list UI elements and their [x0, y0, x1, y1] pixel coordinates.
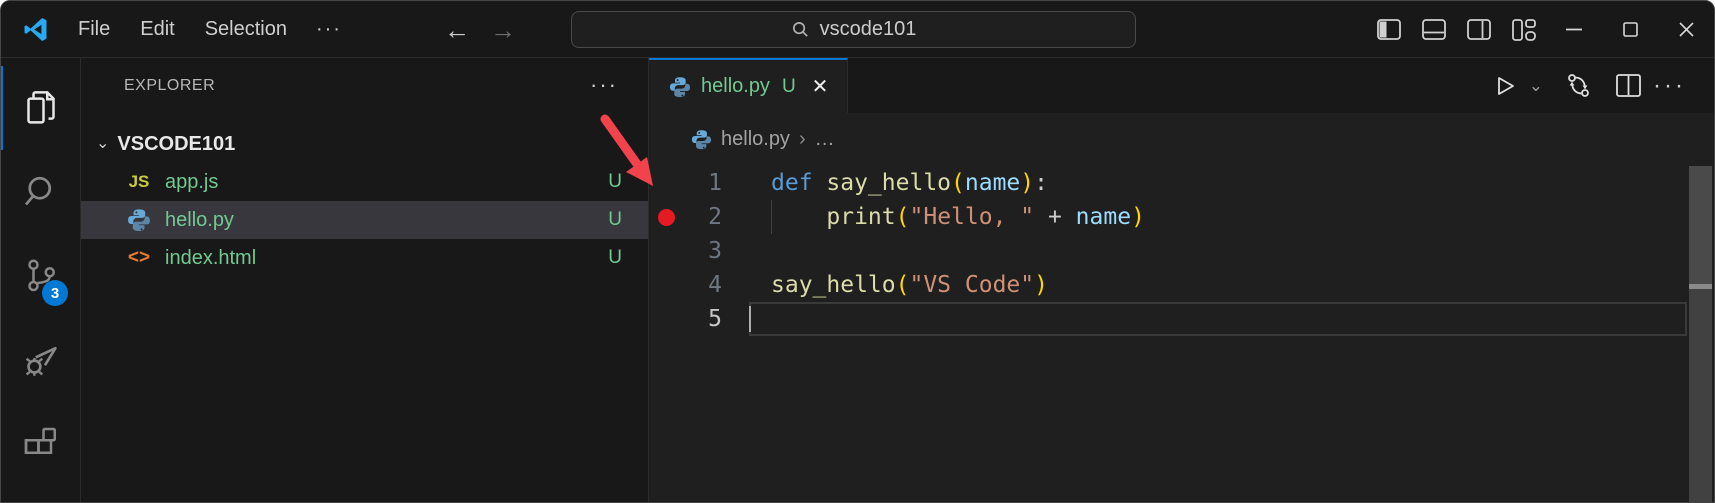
scrollbar-thumb[interactable]	[1689, 166, 1712, 284]
customize-layout-icon[interactable]	[1501, 1, 1546, 58]
search-icon	[791, 20, 810, 39]
scm-badge: 3	[42, 280, 68, 306]
code-line-1[interactable]: 1 def say_hello(name):	[649, 166, 1714, 200]
titlebar: File Edit Selection ··· ← → vscode101	[1, 1, 1714, 58]
git-status-badge: U	[608, 209, 622, 231]
menu-edit[interactable]: Edit	[127, 13, 187, 46]
window-controls	[1366, 1, 1714, 58]
tab-label: hello.py	[701, 75, 770, 98]
run-icon[interactable]	[1493, 74, 1517, 98]
current-line-highlight	[749, 302, 1687, 336]
file-name: hello.py	[165, 209, 595, 232]
close-icon[interactable]	[1658, 1, 1714, 58]
folder-vscode101[interactable]: ⌄ VSCODE101	[81, 125, 648, 163]
breadcrumb: hello.py › …	[649, 113, 1714, 166]
folder-label: VSCODE101	[117, 133, 235, 156]
breadcrumb-more[interactable]: …	[815, 128, 835, 151]
scrollbar-divider	[1689, 284, 1712, 289]
file-name: app.js	[165, 171, 595, 194]
file-row-hellopy[interactable]: hello.py U	[81, 201, 648, 239]
python-file-icon	[669, 76, 691, 98]
compare-changes-icon[interactable]	[1565, 72, 1592, 99]
split-editor-icon[interactable]	[1616, 74, 1641, 97]
explorer-more-actions-icon[interactable]: ···	[590, 81, 618, 90]
python-file-icon	[691, 129, 712, 150]
maximize-icon[interactable]	[1602, 1, 1658, 58]
breadcrumb-file[interactable]: hello.py	[721, 128, 790, 151]
indent-guide	[771, 200, 772, 234]
code-line-5[interactable]: 5	[649, 302, 1714, 336]
search-icon	[21, 172, 61, 212]
toggle-sidebar-icon[interactable]	[1366, 1, 1411, 58]
explorer-sidebar: EXPLORER ··· ⌄ VSCODE101 JS app.js U	[81, 58, 649, 503]
menu-file[interactable]: File	[65, 13, 123, 46]
explorer-title: EXPLORER	[124, 77, 590, 95]
toggle-panel-icon[interactable]	[1411, 1, 1456, 58]
code-line-4[interactable]: 4 say_hello("VS Code")	[649, 268, 1714, 302]
editor-scrollbar[interactable]	[1689, 166, 1712, 503]
activity-explorer[interactable]	[1, 66, 80, 150]
file-name: index.html	[165, 247, 595, 270]
menu-selection[interactable]: Selection	[192, 13, 300, 46]
python-file-icon	[126, 207, 152, 233]
more-actions-icon[interactable]: ···	[1653, 81, 1686, 91]
menu-more-icon[interactable]: ···	[304, 13, 354, 46]
command-center[interactable]: vscode101	[571, 11, 1136, 48]
vscode-logo-icon	[22, 16, 49, 43]
back-icon[interactable]: ←	[444, 17, 470, 43]
file-row-appjs[interactable]: JS app.js U	[81, 163, 648, 201]
tab-bar: hello.py U ✕ ⌄	[649, 58, 1714, 113]
code-line-3[interactable]: 3	[649, 234, 1714, 268]
tab-dirty-badge: U	[782, 76, 796, 98]
code-line-2[interactable]: 2 print("Hello, " + name)	[649, 200, 1714, 234]
tab-hellopy[interactable]: hello.py U ✕	[649, 58, 848, 113]
editor-group: hello.py U ✕ ⌄	[649, 58, 1714, 503]
editor-toolbar: ⌄ ···	[1493, 58, 1714, 113]
line-number[interactable]: 3	[649, 238, 771, 264]
toggle-secondary-sidebar-icon[interactable]	[1456, 1, 1501, 58]
activity-search[interactable]	[1, 150, 80, 234]
html-file-icon: <>	[126, 245, 152, 271]
activity-bar: 3	[1, 58, 81, 503]
extensions-icon	[21, 424, 61, 464]
nav-arrows: ← →	[444, 1, 516, 58]
debug-icon	[20, 339, 62, 381]
activity-source-control[interactable]: 3	[1, 234, 80, 318]
tab-close-icon[interactable]: ✕	[812, 74, 829, 99]
minimize-icon[interactable]	[1546, 1, 1602, 58]
git-status-badge: U	[608, 171, 622, 193]
explorer-header: EXPLORER ···	[81, 58, 648, 113]
chevron-down-icon[interactable]: ⌄	[1529, 76, 1543, 96]
code-text: def say_hello(name):	[771, 170, 1048, 196]
activity-extensions[interactable]	[1, 402, 80, 486]
line-number[interactable]: 1	[649, 170, 771, 196]
code-text: say_hello("VS Code")	[771, 272, 1048, 298]
javascript-file-icon: JS	[126, 169, 152, 195]
command-center-value: vscode101	[820, 18, 917, 41]
code-editor[interactable]: 1 def say_hello(name): 2 print("Hello, "…	[649, 166, 1714, 336]
forward-icon[interactable]: →	[490, 17, 516, 43]
line-number[interactable]: 5	[649, 306, 771, 332]
file-row-indexhtml[interactable]: <> index.html U	[81, 239, 648, 277]
line-number[interactable]: 2	[649, 204, 771, 230]
breakpoint-icon[interactable]	[658, 209, 675, 226]
files-icon	[21, 88, 61, 128]
line-number[interactable]: 4	[649, 272, 771, 298]
vscode-window: File Edit Selection ··· ← → vscode101	[0, 0, 1715, 503]
activity-run-debug[interactable]	[1, 318, 80, 402]
breadcrumb-separator-icon: ›	[799, 128, 806, 151]
git-status-badge: U	[608, 247, 622, 269]
menu-bar: File Edit Selection ···	[65, 13, 354, 46]
chevron-down-icon: ⌄	[96, 133, 109, 153]
code-text: print("Hello, " + name)	[771, 204, 1145, 230]
